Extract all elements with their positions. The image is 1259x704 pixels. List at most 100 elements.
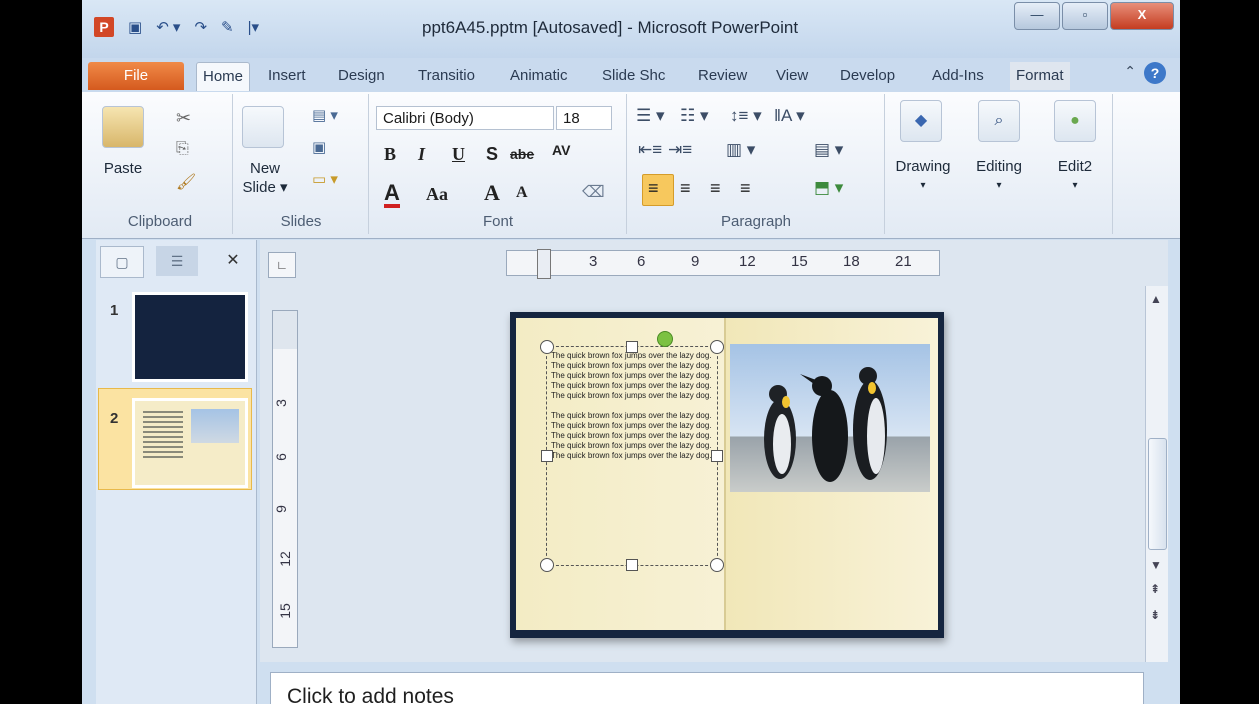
reset-icon[interactable]: ▣ [312,138,326,156]
format-painter-icon[interactable]: 🖌 [176,172,196,192]
tab-selector-button[interactable]: ∟ [268,252,296,278]
tab-developer[interactable]: Develop [834,62,901,90]
strikethrough-button[interactable]: abe [510,146,534,162]
drawing-button[interactable]: Drawing [886,158,960,175]
save-icon[interactable]: ▣ [128,18,142,36]
cut-icon[interactable]: ✂ [176,108,191,129]
slide-thumbnail-2[interactable] [132,398,248,488]
redo-icon[interactable]: ↷ [194,18,207,36]
edit2-button[interactable]: Edit2 [1038,158,1112,175]
rotation-handle-icon[interactable] [657,331,673,347]
penguins-photo[interactable] [730,344,930,492]
next-slide-icon[interactable]: ⇟ [1150,608,1160,622]
binoculars-icon[interactable]: ⌕ [978,100,1020,142]
underline-button[interactable]: U [452,144,465,165]
new-slide-label-1[interactable]: New [240,160,290,177]
undo-icon[interactable]: ↶ ▾ [156,18,180,36]
layout-icon[interactable]: ▤ ▾ [312,106,338,124]
tab-design[interactable]: Design [332,62,391,90]
notes-placeholder[interactable]: Click to add notes [287,685,454,704]
edit2-icon[interactable]: ● [1054,100,1096,142]
align-right-icon[interactable]: ≡ [710,178,721,199]
powerpoint-logo-icon[interactable]: P [94,17,114,37]
customize-qat-icon[interactable]: |▾ [248,18,259,36]
drawing-icon[interactable]: ◆ [900,100,942,142]
shadow-button[interactable]: S [486,144,498,165]
editing-button[interactable]: Editing [962,158,1036,175]
new-slide-label-2[interactable]: Slide ▾ [240,178,290,196]
slide-thumbnail-1[interactable] [132,292,248,382]
slide-canvas[interactable]: The quick brown fox jumps over the lazy … [510,312,944,638]
character-spacing-button[interactable]: AV [552,142,570,158]
numbering-icon[interactable]: ☷ ▾ [680,106,709,126]
line-spacing-icon[interactable]: ↕≡ ▾ [730,106,762,126]
new-slide-icon[interactable] [242,106,284,148]
align-center-icon[interactable]: ≡ [680,178,691,199]
paste-button[interactable]: Paste [98,160,148,177]
resize-handle[interactable] [626,341,638,353]
tab-animations[interactable]: Animatic [504,62,574,90]
increase-indent-icon[interactable]: ⇥≡ [668,140,692,160]
v-tick: 3 [272,399,289,407]
minimize-button[interactable]: — [1014,2,1060,30]
vertical-ruler: 3 6 9 12 15 [272,310,298,648]
tab-insert[interactable]: Insert [262,62,312,90]
text-box[interactable]: The quick brown fox jumps over the lazy … [540,331,724,572]
resize-handle[interactable] [540,558,554,572]
section-icon[interactable]: ▭ ▾ [312,170,338,188]
smartart-icon[interactable]: ⬒ ▾ [814,178,843,198]
copy-icon[interactable]: ⎘ [176,140,189,158]
align-text-icon[interactable]: ▤ ▾ [814,140,843,160]
indent-marker-icon[interactable] [537,249,551,279]
format-painter-qat-icon[interactable]: ✎ [221,18,234,36]
scrollbar-thumb[interactable] [1148,438,1167,550]
slide-number-2: 2 [110,410,119,427]
justify-icon[interactable]: ≡ [740,178,751,199]
resize-handle[interactable] [626,559,638,571]
shrink-font-button[interactable]: A [516,184,528,202]
tab-outline[interactable]: ☰ [156,246,198,276]
bold-button[interactable]: B [384,144,396,165]
text-direction-icon[interactable]: ‖A ▾ [774,106,805,126]
close-pane-button[interactable]: ✕ [212,246,254,276]
scroll-up-icon[interactable]: ▲ [1150,292,1162,306]
grow-font-button[interactable]: A [484,180,500,206]
bullets-icon[interactable]: ☰ ▾ [636,106,665,126]
tab-slides-thumbnails[interactable]: ▢ [100,246,144,278]
resize-handle[interactable] [711,450,723,462]
tab-format[interactable]: Format [1010,62,1070,90]
font-color-button[interactable]: A [384,182,400,208]
minimize-ribbon-icon[interactable]: ⌃ [1124,63,1136,80]
help-icon[interactable]: ? [1144,62,1166,84]
tab-add-ins[interactable]: Add-Ins [926,62,990,90]
resize-handle[interactable] [710,558,724,572]
align-left-icon[interactable]: ≡ [648,178,659,199]
slides-label: Slides [280,213,322,230]
italic-button[interactable]: I [418,144,425,165]
maximize-button[interactable]: ▫ [1062,2,1108,30]
font-family-select[interactable]: Calibri (Body) [376,106,554,130]
paste-icon[interactable] [102,106,144,148]
clear-formatting-icon[interactable]: ⌫ [582,182,605,202]
edit2-dropdown-icon[interactable]: ▾ [1038,180,1112,191]
tab-view[interactable]: View [770,62,814,90]
drawing-dropdown-icon[interactable]: ▾ [886,180,960,191]
tab-transitions[interactable]: Transitio [412,62,481,90]
font-size-select[interactable]: 18 [556,106,612,130]
tab-review[interactable]: Review [692,62,753,90]
resize-handle[interactable] [540,340,554,354]
notes-pane[interactable]: Click to add notes [270,672,1144,704]
tab-home[interactable]: Home [196,62,251,91]
resize-handle[interactable] [710,340,724,354]
vertical-scrollbar[interactable]: ▲ ▼ ⇞ ⇟ [1145,286,1168,662]
scroll-down-icon[interactable]: ▼ [1150,558,1162,572]
decrease-indent-icon[interactable]: ⇤≡ [638,140,662,160]
resize-handle[interactable] [541,450,553,462]
editing-dropdown-icon[interactable]: ▾ [962,180,1036,191]
columns-icon[interactable]: ▥ ▾ [726,140,755,160]
tab-slide-show[interactable]: Slide Shc [596,62,671,90]
change-case-button[interactable]: Aa [426,184,448,205]
close-button[interactable]: X [1110,2,1174,30]
tab-file[interactable]: File [88,62,184,90]
previous-slide-icon[interactable]: ⇞ [1150,582,1160,596]
